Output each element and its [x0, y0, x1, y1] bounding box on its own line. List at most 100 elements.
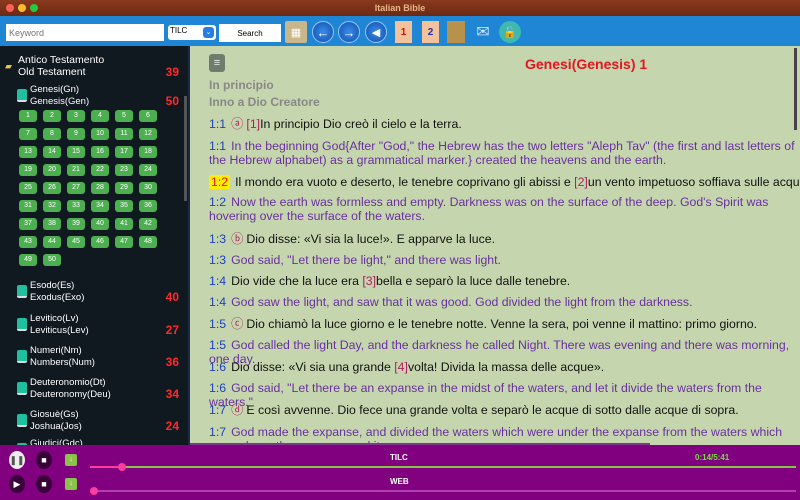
chapter-button[interactable]: 34: [91, 200, 109, 212]
mail-icon[interactable]: ✉: [472, 21, 494, 43]
close-window-button[interactable]: [6, 4, 14, 12]
chapter-button[interactable]: 40: [91, 218, 109, 230]
sidebar-scrollbar[interactable]: [184, 96, 187, 201]
chapter-button[interactable]: 9: [67, 128, 85, 140]
chapter-button[interactable]: 13: [19, 146, 37, 158]
search-button[interactable]: Search: [219, 24, 281, 42]
chapter-button[interactable]: 5: [115, 110, 133, 122]
stop-icon[interactable]: ■: [36, 451, 52, 469]
verse-ref[interactable]: 1:3: [209, 232, 226, 246]
chapter-button[interactable]: 31: [19, 200, 37, 212]
verse-ref[interactable]: 1:6: [209, 360, 226, 374]
verse-ref[interactable]: 1:7: [209, 403, 226, 417]
verse-ref[interactable]: 1:7: [209, 425, 226, 439]
chapter-button[interactable]: 35: [115, 200, 133, 212]
bookmark-1-icon[interactable]: 1: [395, 21, 412, 43]
play-icon[interactable]: ▶: [9, 475, 25, 493]
download-icon[interactable]: ↓: [65, 454, 77, 466]
footnote-link[interactable]: [1]: [246, 117, 260, 131]
chapter-button[interactable]: 27: [67, 182, 85, 194]
verse-en[interactable]: 1:2 Now the earth was formless and empty.…: [209, 195, 799, 223]
picture-icon[interactable]: [447, 21, 465, 43]
chapter-button[interactable]: 45: [67, 236, 85, 248]
minimize-window-button[interactable]: [18, 4, 26, 12]
chapter-button[interactable]: 16: [91, 146, 109, 158]
verse-en[interactable]: 1:3 God said, "Let there be light," and t…: [209, 253, 799, 267]
chapter-button[interactable]: 28: [91, 182, 109, 194]
chapter-button[interactable]: 22: [91, 164, 109, 176]
chapter-button[interactable]: 24: [139, 164, 157, 176]
sidebar-book[interactable]: Levitico(Lv) Leviticus(Lev): [30, 313, 89, 337]
verse-it[interactable]: 1:1 ⓐ [1]In principio Dio creò il cielo e …: [209, 117, 799, 131]
verse-en[interactable]: 1:1 In the beginning God{After "God," the…: [209, 139, 799, 167]
keyword-input[interactable]: [6, 24, 164, 41]
cross-ref-marker[interactable]: ⓓ: [231, 403, 243, 417]
progress-slider[interactable]: [90, 463, 796, 471]
zoom-window-button[interactable]: [30, 4, 38, 12]
sidebar-book[interactable]: Esodo(Es) Exodus(Exo): [30, 280, 84, 304]
chapter-button[interactable]: 7: [19, 128, 37, 140]
verse-ref[interactable]: 1:2: [209, 175, 231, 189]
chapter-button[interactable]: 48: [139, 236, 157, 248]
verse-it[interactable]: 1:3 ⓑ Dio disse: «Vi sia la luce!». E appa…: [209, 232, 799, 246]
verse-ref[interactable]: 1:1: [209, 117, 226, 131]
sidebar-book[interactable]: Giudici(Gdc): [30, 438, 83, 445]
cross-ref-marker[interactable]: ⓐ: [231, 117, 243, 131]
chapter-button[interactable]: 42: [139, 218, 157, 230]
arrow-left-icon[interactable]: ←: [312, 21, 334, 43]
footnote-link[interactable]: [4]: [394, 360, 408, 374]
chapter-button[interactable]: 3: [67, 110, 85, 122]
chapter-button[interactable]: 12: [139, 128, 157, 140]
chapter-button[interactable]: 30: [139, 182, 157, 194]
verse-ref[interactable]: 1:6: [209, 381, 226, 395]
verse-en[interactable]: 1:7 God made the expanse, and divided the…: [209, 425, 799, 445]
sidebar-book[interactable]: Giosuè(Gs) Joshua(Jos): [30, 409, 82, 433]
cross-ref-marker[interactable]: ⓒ: [231, 317, 243, 331]
chapter-button[interactable]: 37: [19, 218, 37, 230]
chapter-button[interactable]: 43: [19, 236, 37, 248]
chapter-button[interactable]: 25: [19, 182, 37, 194]
chapter-button[interactable]: 18: [139, 146, 157, 158]
verse-ref[interactable]: 1:4: [209, 274, 226, 288]
chapter-button[interactable]: 21: [67, 164, 85, 176]
verse-ref[interactable]: 1:4: [209, 295, 226, 309]
chapter-button[interactable]: 38: [43, 218, 61, 230]
chapter-button[interactable]: 44: [43, 236, 61, 248]
book-grid-icon[interactable]: ▦: [285, 21, 307, 43]
progress-slider[interactable]: [90, 487, 796, 495]
sidebar-book[interactable]: Numeri(Nm) Numbers(Num): [30, 345, 95, 369]
chapter-button[interactable]: 49: [19, 254, 37, 266]
download-icon[interactable]: ↓: [65, 478, 77, 490]
verse-it[interactable]: 1:7 ⓓ E così avvenne. Dio fece una grande …: [209, 403, 799, 417]
chapter-button[interactable]: 50: [43, 254, 61, 266]
chapter-button[interactable]: 47: [115, 236, 133, 248]
chapter-button[interactable]: 6: [139, 110, 157, 122]
chapter-button[interactable]: 17: [115, 146, 133, 158]
chapter-button[interactable]: 8: [43, 128, 61, 140]
pause-icon[interactable]: ❚❚: [9, 451, 25, 469]
speaker-icon[interactable]: ◀: [365, 21, 387, 43]
chapter-button[interactable]: 4: [91, 110, 109, 122]
version-select[interactable]: TILC ⌄: [168, 25, 216, 40]
chapter-button[interactable]: 19: [19, 164, 37, 176]
chapter-button[interactable]: 11: [115, 128, 133, 140]
sidebar-book[interactable]: Genesi(Gn) Genesis(Gen): [30, 84, 89, 108]
chapter-button[interactable]: 39: [67, 218, 85, 230]
verse-it[interactable]: 1:2 Il mondo era vuoto e deserto, le tene…: [209, 175, 800, 189]
chapter-button[interactable]: 15: [67, 146, 85, 158]
chapter-button[interactable]: 10: [91, 128, 109, 140]
chapter-button[interactable]: 36: [139, 200, 157, 212]
chapter-button[interactable]: 33: [67, 200, 85, 212]
verse-ref[interactable]: 1:1: [209, 139, 226, 153]
slider-knob[interactable]: [118, 463, 127, 471]
verse-it[interactable]: 1:6 Dio disse: «Vi sia una grande [4]volt…: [209, 360, 799, 374]
stop-icon[interactable]: ■: [36, 475, 52, 493]
chapter-button[interactable]: 23: [115, 164, 133, 176]
verse-it[interactable]: 1:5 ⓒ Dio chiamò la luce giorno e le teneb…: [209, 317, 799, 331]
chapter-button[interactable]: 2: [43, 110, 61, 122]
verse-it[interactable]: 1:4 Dio vide che la luce era [3]bella e s…: [209, 274, 799, 288]
verse-ref[interactable]: 1:5: [209, 317, 226, 331]
menu-icon[interactable]: ≡: [209, 54, 225, 72]
bookmark-2-icon[interactable]: 2: [422, 21, 439, 43]
chapter-button[interactable]: 20: [43, 164, 61, 176]
